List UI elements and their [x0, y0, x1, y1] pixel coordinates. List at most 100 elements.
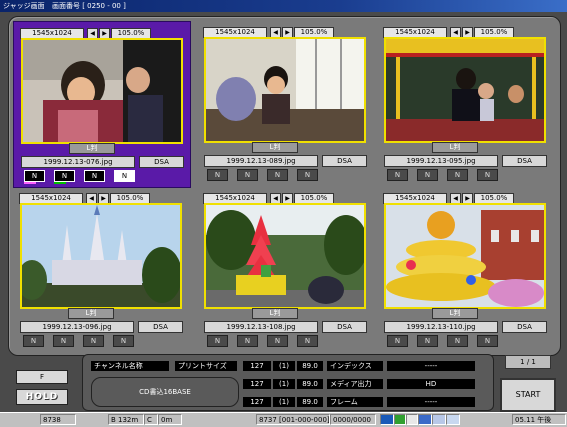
- triangle-left-icon: ◀: [453, 195, 458, 202]
- correction-button-1[interactable]: N: [387, 169, 408, 181]
- correction-button-4[interactable]: N: [297, 169, 318, 181]
- image-grid-panel: 1545x1024 ◀ ▶ 105.0% L判 1999.12.13-076.j…: [8, 16, 561, 356]
- cd-write-button[interactable]: CD書込16BASE: [91, 377, 239, 407]
- correction-button-1[interactable]: N: [23, 335, 44, 347]
- print-count-value: (1): [273, 379, 295, 389]
- printer-icon: [406, 414, 418, 425]
- dsa-button[interactable]: DSA: [322, 155, 367, 167]
- correction-button-3[interactable]: N: [447, 169, 468, 181]
- correction-button-1[interactable]: N: [24, 170, 45, 182]
- print-count-value: (1): [273, 397, 295, 407]
- print-size-label: L判: [432, 142, 478, 153]
- channel-name-label: チャンネル名称: [91, 361, 169, 371]
- dsa-button[interactable]: DSA: [322, 321, 367, 333]
- filename-label: 1999.12.13-108.jpg: [204, 321, 318, 333]
- disk-icon: [418, 414, 432, 425]
- color-indicator: [54, 182, 66, 184]
- triangle-left-icon: ◀: [273, 195, 278, 202]
- clock: 05.11 午後: [512, 414, 566, 425]
- correction-button-3[interactable]: N: [84, 170, 105, 182]
- filename-label: 1999.12.13-089.jpg: [204, 155, 318, 167]
- image-slot-6[interactable]: 1545x1024 ◀ ▶ 105.0% L判 1999.12.13-110.j…: [377, 187, 553, 352]
- print-size-label: L判: [252, 142, 298, 153]
- status-bar: 8738 B 132m C 0m 8737 [001-000-000] 0000…: [0, 412, 567, 427]
- image-slot-1[interactable]: 1545x1024 ◀ ▶ 105.0% L判 1999.12.13-076.j…: [13, 21, 191, 188]
- hold-button[interactable]: HOLD: [16, 389, 68, 405]
- media-output-label: メディア出力: [327, 379, 383, 389]
- print-length-value: 89.0: [297, 379, 323, 389]
- slot-header: 1545x1024 ◀ ▶ 105.0%: [203, 27, 373, 38]
- correction-button-2[interactable]: N: [54, 170, 75, 182]
- filename-label: 1999.12.13-110.jpg: [384, 321, 498, 333]
- correction-button-2[interactable]: N: [417, 335, 438, 347]
- correction-button-4[interactable]: N: [113, 335, 134, 347]
- correction-buttons: N N N N: [204, 169, 366, 181]
- correction-button-2[interactable]: N: [417, 169, 438, 181]
- correction-button-4[interactable]: N: [297, 335, 318, 347]
- triangle-left-icon: ◀: [90, 30, 95, 37]
- triangle-right-icon: ▶: [465, 29, 470, 36]
- triangle-right-icon: ▶: [465, 195, 470, 202]
- status-c-label: C: [144, 414, 158, 425]
- color-indicator: [24, 182, 36, 184]
- image-slot-3[interactable]: 1545x1024 ◀ ▶ 105.0% L判 1999.12.13-095.j…: [377, 21, 553, 186]
- status-c-remaining: 0m: [158, 414, 182, 425]
- slot-header: 1545x1024 ◀ ▶ 105.0%: [383, 27, 553, 38]
- index-label: インデックス: [327, 361, 383, 371]
- network-icon: [394, 414, 406, 425]
- f-button[interactable]: F: [16, 370, 68, 384]
- dsa-button[interactable]: DSA: [139, 156, 184, 168]
- photo-thumbnail[interactable]: [204, 203, 366, 309]
- print-size-header: プリントサイズ: [175, 361, 237, 371]
- correction-button-1[interactable]: N: [207, 335, 228, 347]
- image-slot-5[interactable]: 1545x1024 ◀ ▶ 105.0% L判 1999.12.13-108.j…: [197, 187, 373, 352]
- photo-thumbnail[interactable]: [21, 38, 183, 144]
- slot-header: 1545x1024 ◀ ▶ 105.0%: [203, 193, 373, 204]
- print-size-label: L判: [68, 308, 114, 319]
- image-slot-4[interactable]: 1545x1024 ◀ ▶ 105.0% L判 1999.12.13-096.j…: [13, 187, 189, 352]
- status-frame-info: 8737 [001-000-000]: [256, 414, 330, 425]
- correction-button-3[interactable]: N: [83, 335, 104, 347]
- page-indicator: 1 / 1: [505, 355, 551, 369]
- print-length-value: 89.0: [297, 361, 323, 371]
- triangle-right-icon: ▶: [102, 30, 107, 37]
- filename-label: 1999.12.13-095.jpg: [384, 155, 498, 167]
- slot-header: 1545x1024 ◀ ▶ 105.0%: [20, 28, 190, 39]
- photo-thumbnail[interactable]: [384, 203, 546, 309]
- photo-thumbnail[interactable]: [384, 37, 546, 143]
- frame-label: フレーム: [327, 397, 383, 407]
- photo-thumbnail[interactable]: [204, 37, 366, 143]
- dsa-button[interactable]: DSA: [502, 321, 547, 333]
- correction-button-2[interactable]: N: [237, 169, 258, 181]
- start-button[interactable]: START: [500, 378, 556, 412]
- correction-buttons: N N N N: [204, 335, 366, 347]
- correction-button-1[interactable]: N: [207, 169, 228, 181]
- dsa-button[interactable]: DSA: [138, 321, 183, 333]
- correction-button-3[interactable]: N: [267, 169, 288, 181]
- correction-button-4[interactable]: N: [477, 169, 498, 181]
- triangle-left-icon: ◀: [453, 29, 458, 36]
- correction-button-4[interactable]: N: [114, 170, 135, 182]
- correction-button-4[interactable]: N: [477, 335, 498, 347]
- triangle-right-icon: ▶: [285, 29, 290, 36]
- correction-button-1[interactable]: N: [387, 335, 408, 347]
- dsa-button[interactable]: DSA: [502, 155, 547, 167]
- slot-header: 1545x1024 ◀ ▶ 105.0%: [19, 193, 189, 204]
- correction-button-2[interactable]: N: [237, 335, 258, 347]
- monitor-icon: [380, 414, 394, 425]
- photo-thumbnail[interactable]: [20, 203, 182, 309]
- correction-buttons: N N N N: [21, 170, 183, 182]
- correction-button-3[interactable]: N: [267, 335, 288, 347]
- correction-buttons: N N N N: [384, 169, 546, 181]
- correction-buttons: N N N N: [384, 335, 546, 347]
- frame-value: -----: [387, 397, 475, 407]
- triangle-left-icon: ◀: [89, 195, 94, 202]
- image-slot-2[interactable]: 1545x1024 ◀ ▶ 105.0% L判 1999.12.13-089.j…: [197, 21, 373, 186]
- slot-header: 1545x1024 ◀ ▶ 105.0%: [383, 193, 553, 204]
- print-size-label: L判: [432, 308, 478, 319]
- correction-button-3[interactable]: N: [447, 335, 468, 347]
- correction-button-2[interactable]: N: [53, 335, 74, 347]
- print-width-value: 127: [243, 397, 271, 407]
- media-output-value: HD: [387, 379, 475, 389]
- triangle-right-icon: ▶: [285, 195, 290, 202]
